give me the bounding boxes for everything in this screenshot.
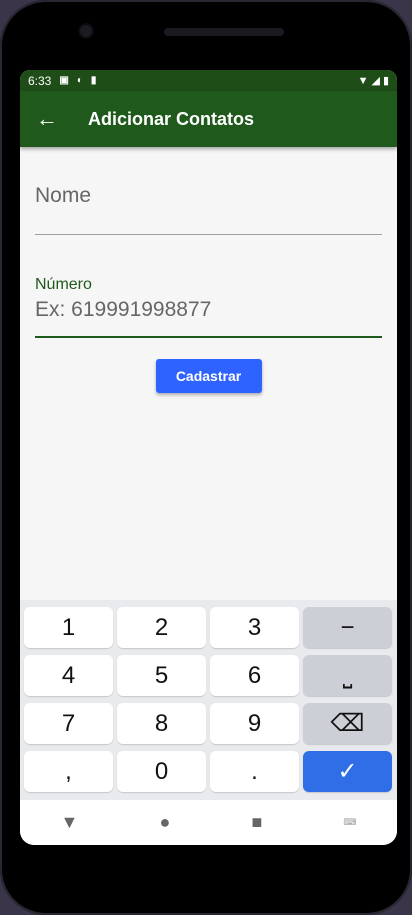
button-wrapper: Cadastrar xyxy=(35,359,382,393)
nav-back-icon[interactable]: ▼ xyxy=(61,812,79,833)
number-placeholder: Ex: 619991998877 xyxy=(35,298,212,321)
page-title: Adicionar Contatos xyxy=(88,108,255,129)
nav-home-icon[interactable]: ● xyxy=(159,812,170,833)
a-icon: ▣ xyxy=(59,75,69,86)
keyboard-row: , 0 . ✓ xyxy=(20,751,397,792)
space-key[interactable]: ⎵ xyxy=(303,655,392,696)
number-field[interactable]: Número Ex: 619991998877 xyxy=(35,270,382,338)
key-6[interactable]: 6 xyxy=(210,655,299,696)
arrow-back-icon[interactable]: ← xyxy=(36,106,60,132)
keyboard-row: 7 8 9 ⌫ xyxy=(20,703,397,744)
key-minus[interactable]: − xyxy=(303,607,392,648)
key-8[interactable]: 8 xyxy=(117,703,206,744)
system-nav-bar: ▼ ● ■ ⌨ xyxy=(20,800,397,845)
keyboard-row: 4 5 6 ⎵ xyxy=(20,655,397,696)
backspace-key[interactable]: ⌫ xyxy=(303,703,392,744)
key-0[interactable]: 0 xyxy=(117,751,206,792)
key-2[interactable]: 2 xyxy=(117,607,206,648)
status-right: ▼ ◢ ▮ xyxy=(357,74,389,88)
contact-form: Nome Número Ex: 619991998877 Cadastrar xyxy=(20,170,397,393)
keyboard-switch-icon[interactable]: ⌨ xyxy=(343,817,356,828)
key-3[interactable]: 3 xyxy=(210,607,299,648)
battery-icon: ▮ xyxy=(382,75,389,87)
screen: 6:33 ▣ ◐ ▮ ▼ ◢ ▮ ← Adicionar Contatos No… xyxy=(20,70,397,845)
app-bar: ← Adicionar Contatos xyxy=(20,91,397,147)
key-7[interactable]: 7 xyxy=(24,703,113,744)
key-4[interactable]: 4 xyxy=(24,655,113,696)
p-icon: ◐ xyxy=(76,75,83,86)
wifi-icon: ▼ xyxy=(357,74,369,87)
name-field[interactable]: Nome xyxy=(35,170,382,235)
status-left: 6:33 ▣ ◐ ▮ xyxy=(28,74,96,88)
sd-card-icon: ▮ xyxy=(90,75,97,86)
keyboard-row: 1 2 3 − xyxy=(20,607,397,648)
phone-frame: 6:33 ▣ ◐ ▮ ▼ ◢ ▮ ← Adicionar Contatos No… xyxy=(0,0,412,915)
earpiece-speaker xyxy=(164,28,284,36)
enter-key[interactable]: ✓ xyxy=(303,751,392,792)
number-label: Número xyxy=(35,276,92,293)
cadastrar-button[interactable]: Cadastrar xyxy=(155,359,262,393)
key-period[interactable]: . xyxy=(210,751,299,792)
name-placeholder: Nome xyxy=(35,184,92,207)
key-9[interactable]: 9 xyxy=(210,703,299,744)
key-comma[interactable]: , xyxy=(24,751,113,792)
key-1[interactable]: 1 xyxy=(24,607,113,648)
nav-recents-icon[interactable]: ■ xyxy=(251,812,262,833)
status-bar: 6:33 ▣ ◐ ▮ ▼ ◢ ▮ xyxy=(20,70,397,91)
signal-icon: ◢ xyxy=(371,75,380,87)
numeric-keyboard: 1 2 3 − 4 5 6 ⎵ 7 8 9 ⌫ , 0 . ✓ xyxy=(20,600,397,800)
front-camera xyxy=(80,25,92,37)
status-time: 6:33 xyxy=(28,73,52,88)
key-5[interactable]: 5 xyxy=(117,655,206,696)
